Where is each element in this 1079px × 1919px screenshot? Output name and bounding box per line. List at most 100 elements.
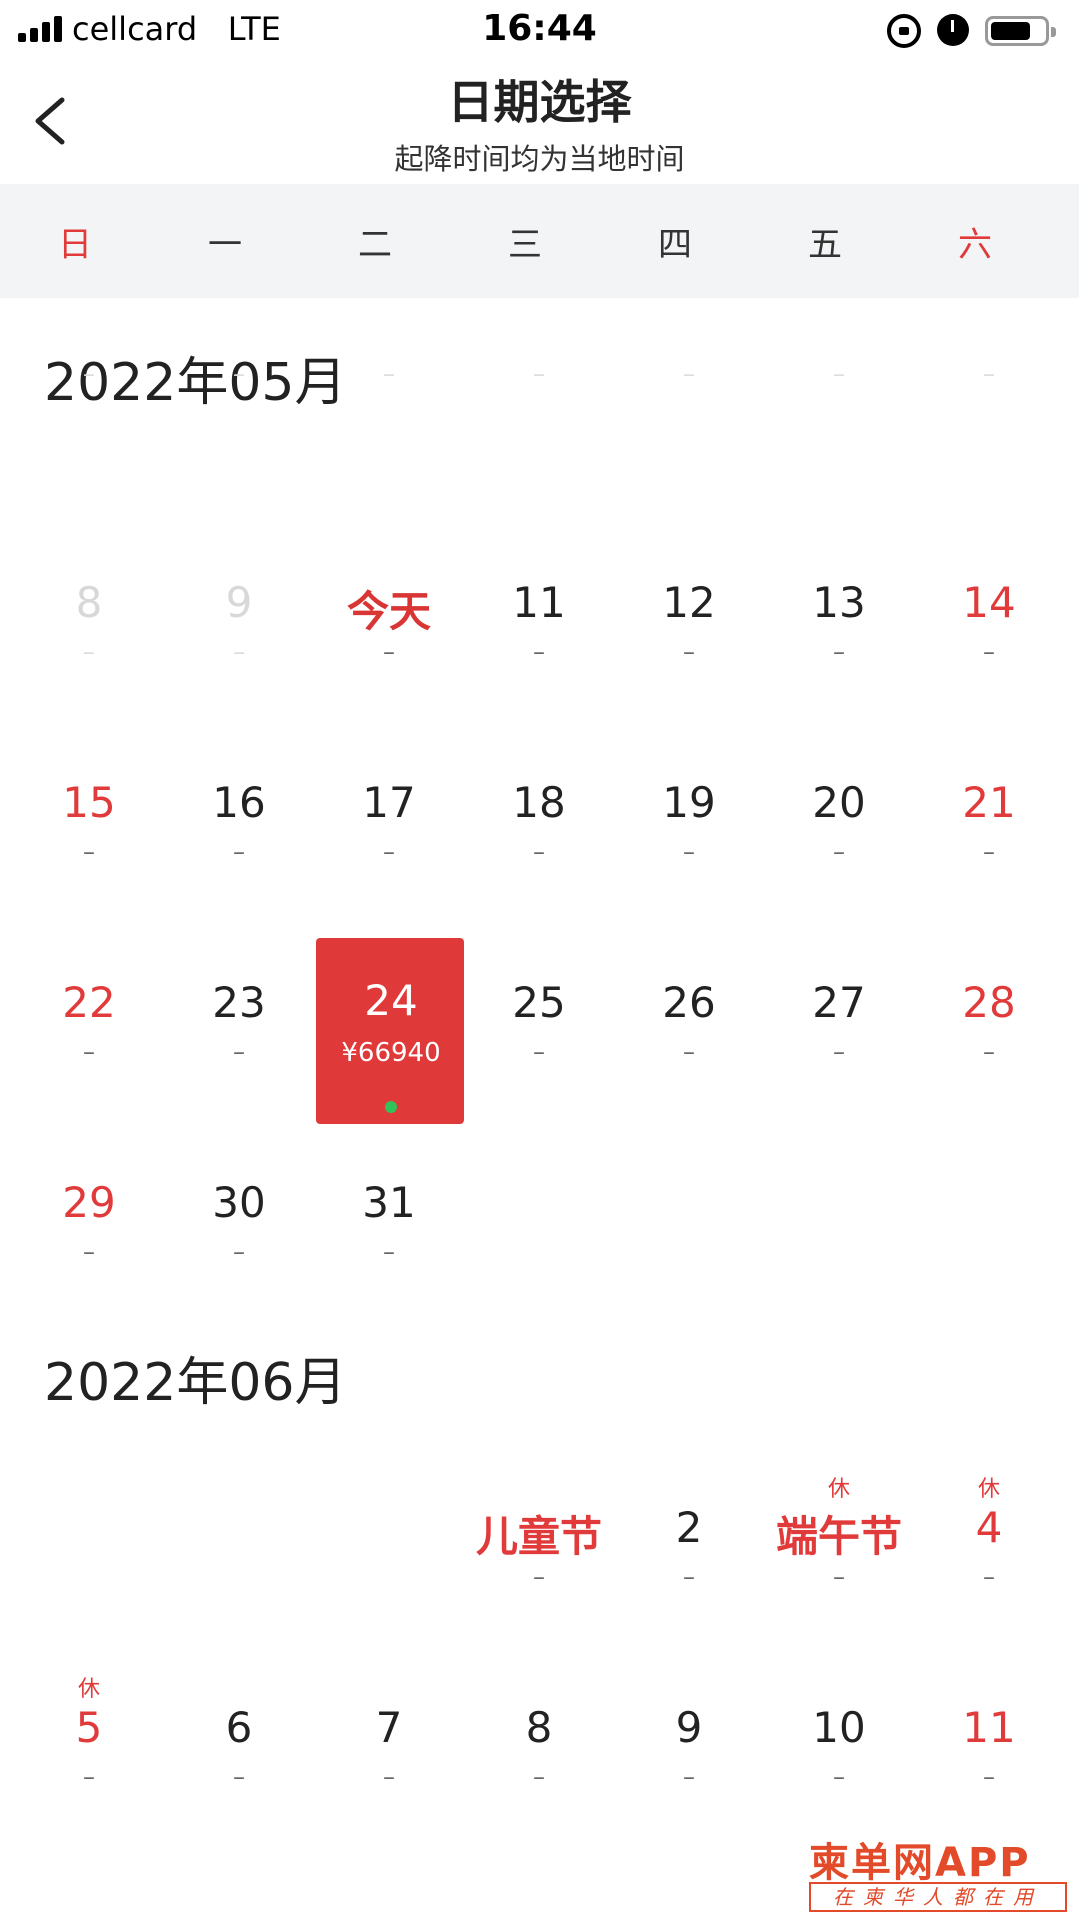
price-placeholder: –: [983, 1763, 995, 1791]
date-cell[interactable]: 11 –: [464, 540, 614, 730]
date-cell[interactable]: 10 –: [764, 1665, 914, 1855]
weekday-label: 一: [208, 224, 242, 265]
page-title: 日期选择: [447, 75, 632, 129]
date-number: 26: [662, 978, 716, 1027]
price-placeholder: –: [983, 838, 995, 866]
date-cell[interactable]: 休端午节 –: [764, 1465, 914, 1655]
date-number: 9: [675, 1703, 703, 1752]
price-placeholder: –: [83, 638, 95, 666]
date-number: 5: [75, 1703, 103, 1752]
price-placeholder: –: [533, 838, 545, 866]
price-placeholder: –: [83, 1238, 95, 1266]
date-number: 20: [812, 778, 866, 827]
date-cell: 9–: [164, 540, 314, 730]
date-cell[interactable]: 12 –: [614, 540, 764, 730]
date-cell[interactable]: 7–: [314, 1665, 464, 1855]
weekday-header: 日一二三四五六: [0, 184, 1079, 298]
price-placeholder: –: [683, 638, 695, 666]
date-cell[interactable]: 14 –: [914, 540, 1064, 730]
date-cell[interactable]: 30 –: [164, 1140, 314, 1330]
date-cell[interactable]: 31 –: [314, 1140, 464, 1330]
date-number: 儿童节: [475, 1512, 602, 1561]
date-number: 2: [675, 1503, 703, 1552]
date-number: 端午节: [775, 1512, 902, 1561]
date-cell[interactable]: 27 –: [764, 940, 914, 1130]
date-number: 17: [362, 778, 416, 827]
price-placeholder: –: [233, 1038, 245, 1066]
date-number: 6: [225, 1703, 253, 1752]
date-cell[interactable]: 13 –: [764, 540, 914, 730]
date-cell[interactable]: 23 –: [164, 940, 314, 1130]
date-cell: –: [914, 330, 1064, 520]
alarm-icon: [937, 14, 969, 46]
price-placeholder: –: [383, 1238, 395, 1266]
date-cell[interactable]: 儿童节 –: [464, 1465, 614, 1655]
price-placeholder: –: [683, 1763, 695, 1791]
date-cell[interactable]: 16 –: [164, 740, 314, 930]
price-placeholder: –: [383, 838, 395, 866]
date-number: 31: [362, 1178, 416, 1227]
price-placeholder: –: [983, 360, 995, 388]
date-number: 18: [512, 778, 566, 827]
date-cell: –: [764, 330, 914, 520]
date-cell[interactable]: 今天 –: [314, 540, 464, 730]
price-placeholder: –: [83, 838, 95, 866]
date-cell[interactable]: 8–: [464, 1665, 614, 1855]
date-cell[interactable]: 25 –: [464, 940, 614, 1130]
price-placeholder: –: [983, 638, 995, 666]
watermark-tagline: 在柬华人都在用: [809, 1882, 1067, 1912]
price-placeholder: –: [833, 360, 845, 388]
price-placeholder: –: [983, 1563, 995, 1591]
date-cell[interactable]: 2–: [614, 1465, 764, 1655]
watermark-logo-text: 柬单网APP: [809, 1840, 1031, 1886]
date-number: 14: [962, 578, 1016, 627]
price-placeholder: –: [533, 1038, 545, 1066]
date-cell[interactable]: 17 –: [314, 740, 464, 930]
price-placeholder: –: [683, 838, 695, 866]
price-placeholder: –: [233, 838, 245, 866]
price-placeholder: –: [233, 638, 245, 666]
date-cell[interactable]: 15 –: [14, 740, 164, 930]
price-placeholder: –: [383, 638, 395, 666]
date-number: 8: [75, 578, 103, 627]
date-cell[interactable]: 22 –: [14, 940, 164, 1130]
price-placeholder: –: [833, 638, 845, 666]
date-cell: –: [164, 330, 314, 520]
price-placeholder: –: [533, 360, 545, 388]
date-number: 12: [662, 578, 716, 627]
price-placeholder: –: [83, 1763, 95, 1791]
price-placeholder: –: [233, 360, 245, 388]
date-number: 11: [962, 1703, 1016, 1752]
price-placeholder: –: [83, 1038, 95, 1066]
price-placeholder: –: [383, 360, 395, 388]
weekday-label: 六: [958, 224, 992, 265]
date-cell: –: [14, 330, 164, 520]
date-cell[interactable]: 19 –: [614, 740, 764, 930]
price-placeholder: –: [83, 360, 95, 388]
date-cell[interactable]: 休 5 –: [14, 1665, 164, 1855]
status-bar: cellcard LTE 16:44: [0, 0, 1079, 60]
weekday-label: 三: [508, 224, 542, 265]
selected-date-cell[interactable]: 24 ¥66940: [316, 938, 464, 1124]
price-indicator-dot: [385, 1101, 397, 1113]
date-cell[interactable]: 休 4 –: [914, 1465, 1064, 1655]
holiday-tag: 休: [977, 1477, 1000, 1502]
date-cell[interactable]: 28 –: [914, 940, 1064, 1130]
date-number: 28: [962, 978, 1016, 1027]
date-cell[interactable]: 18 –: [464, 740, 614, 930]
weekday-label: 四: [658, 224, 692, 265]
date-number: 19: [662, 778, 716, 827]
price-placeholder: –: [533, 638, 545, 666]
date-cell[interactable]: 20 –: [764, 740, 914, 930]
price-label: ¥66940: [341, 1038, 441, 1068]
date-cell[interactable]: 11 –: [914, 1665, 1064, 1855]
date-cell[interactable]: 29 –: [14, 1140, 164, 1330]
battery-icon: [985, 16, 1056, 46]
date-cell[interactable]: 6–: [164, 1665, 314, 1855]
weekday-label: 二: [358, 224, 392, 265]
date-cell[interactable]: 26 –: [614, 940, 764, 1130]
date-cell[interactable]: 9–: [614, 1665, 764, 1855]
price-placeholder: –: [833, 1038, 845, 1066]
date-cell[interactable]: 21 –: [914, 740, 1064, 930]
price-placeholder: –: [533, 1763, 545, 1791]
